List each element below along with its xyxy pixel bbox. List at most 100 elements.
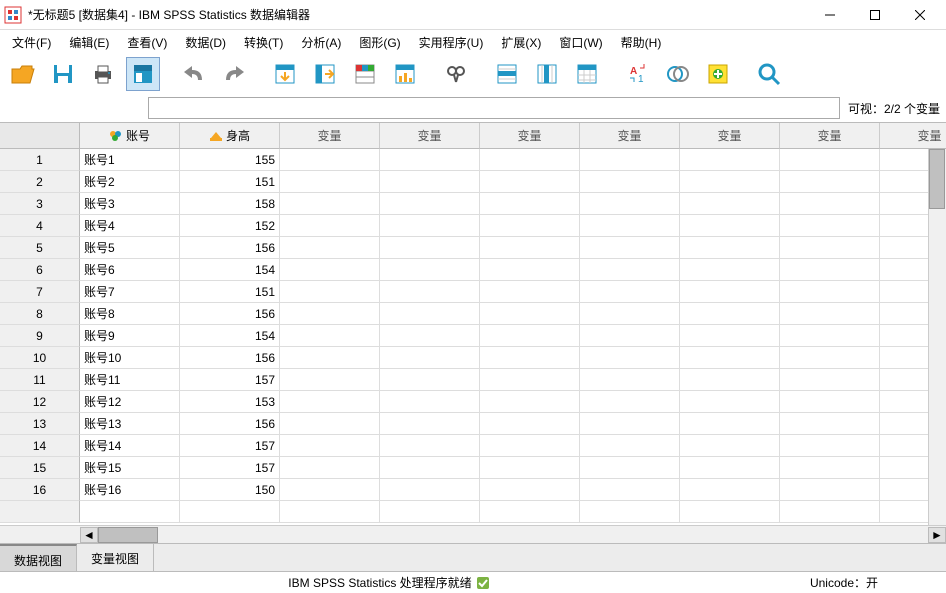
cell-empty[interactable] [280,347,380,369]
cell-empty[interactable] [280,479,380,501]
column-header-empty[interactable]: 变量 [380,123,480,149]
cell-empty[interactable] [480,435,580,457]
cell-empty[interactable] [780,215,880,237]
cell-empty[interactable] [380,501,480,523]
cell-height[interactable]: 156 [180,303,280,325]
cell-height[interactable]: 151 [180,281,280,303]
cell-empty[interactable] [280,193,380,215]
cell-empty[interactable] [380,171,480,193]
cell-account[interactable]: 账号3 [80,193,180,215]
row-header[interactable]: 6 [0,259,80,281]
horizontal-scrollbar[interactable]: ◄ ► [0,525,946,543]
cell-account[interactable]: 账号16 [80,479,180,501]
cell-account[interactable]: 账号14 [80,435,180,457]
redo-button[interactable] [217,57,251,91]
cell-empty[interactable] [780,435,880,457]
insert-variable-button[interactable] [530,57,564,91]
cell-height[interactable]: 156 [180,347,280,369]
cell-empty[interactable] [780,303,880,325]
cell-empty[interactable] [380,237,480,259]
cell-empty[interactable] [380,193,480,215]
print-button[interactable] [86,57,120,91]
cell-empty[interactable] [780,501,880,523]
cell-empty[interactable] [480,149,580,171]
goto-case-button[interactable] [268,57,302,91]
column-header-account[interactable]: 账号 [80,123,180,149]
scroll-right-button[interactable]: ► [928,527,946,543]
tab-variable-view[interactable]: 变量视图 [77,544,154,571]
cell-empty[interactable] [580,303,680,325]
cell-height[interactable]: 157 [180,435,280,457]
menu-view[interactable]: 查看(V) [119,31,175,54]
menu-transform[interactable]: 转换(T) [236,31,291,54]
menu-window[interactable]: 窗口(W) [551,31,610,54]
horizontal-scroll-track[interactable] [98,527,928,543]
cell-empty[interactable] [480,391,580,413]
goto-variable-button[interactable] [308,57,342,91]
cell-empty[interactable] [280,281,380,303]
use-sets-button[interactable] [661,57,695,91]
column-header-empty[interactable]: 变量 [880,123,946,149]
scroll-left-button[interactable]: ◄ [80,527,98,543]
cell-empty[interactable] [680,149,780,171]
cell-account[interactable]: 账号2 [80,171,180,193]
cell-empty[interactable] [480,281,580,303]
cell-empty[interactable] [580,413,680,435]
cell-empty[interactable] [780,369,880,391]
cell-height[interactable]: 154 [180,259,280,281]
column-header-empty[interactable]: 变量 [580,123,680,149]
cell-empty[interactable] [780,281,880,303]
cell-empty[interactable] [680,171,780,193]
cell-empty[interactable] [780,347,880,369]
cell-height[interactable]: 154 [180,325,280,347]
cell-empty[interactable] [680,479,780,501]
cell-empty[interactable] [480,303,580,325]
menu-utilities[interactable]: 实用程序(U) [411,31,492,54]
cell-empty[interactable] [280,369,380,391]
cell-empty[interactable] [780,325,880,347]
cell-empty[interactable] [180,501,280,523]
cell-height[interactable]: 156 [180,237,280,259]
row-header[interactable]: 15 [0,457,80,479]
cell-account[interactable]: 账号8 [80,303,180,325]
vertical-scrollbar[interactable] [928,149,946,525]
cell-account[interactable]: 账号4 [80,215,180,237]
cell-empty[interactable] [680,435,780,457]
cell-empty[interactable] [380,259,480,281]
cell-account[interactable]: 账号7 [80,281,180,303]
cell-empty[interactable] [380,479,480,501]
cell-empty[interactable] [380,347,480,369]
menu-graphs[interactable]: 图形(G) [351,31,408,54]
cell-empty[interactable] [480,501,580,523]
open-button[interactable] [6,57,40,91]
row-header[interactable]: 1 [0,149,80,171]
cell-height[interactable]: 157 [180,369,280,391]
cell-empty[interactable] [380,369,480,391]
search-button[interactable] [752,57,786,91]
cell-empty[interactable] [480,325,580,347]
column-header-empty[interactable]: 变量 [280,123,380,149]
cell-empty[interactable] [480,259,580,281]
cell-empty[interactable] [480,479,580,501]
cell-height[interactable]: 157 [180,457,280,479]
cell-empty[interactable] [380,281,480,303]
cell-empty[interactable] [580,149,680,171]
cell-empty[interactable] [580,215,680,237]
cell-empty[interactable] [680,303,780,325]
cell-empty[interactable] [480,171,580,193]
insert-cases-button[interactable] [490,57,524,91]
cell-empty[interactable] [580,259,680,281]
row-header[interactable]: 14 [0,435,80,457]
tab-data-view[interactable]: 数据视图 [0,544,77,571]
cell-empty[interactable] [280,171,380,193]
cell-empty[interactable] [680,281,780,303]
cell-empty[interactable] [480,237,580,259]
recall-dialog-button[interactable] [126,57,160,91]
cell-empty[interactable] [280,237,380,259]
grid-corner[interactable] [0,123,80,149]
cell-empty[interactable] [580,193,680,215]
column-header-empty[interactable]: 变量 [480,123,580,149]
cell-editor-input[interactable] [148,97,840,119]
cell-empty[interactable] [680,457,780,479]
cell-account[interactable]: 账号9 [80,325,180,347]
